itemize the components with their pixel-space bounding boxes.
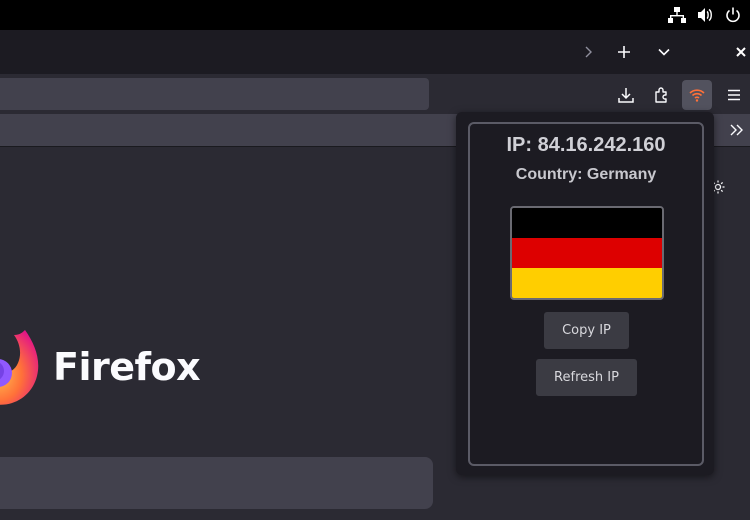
ip-extension-icon[interactable]: [682, 80, 712, 110]
country-label: Country: Germany: [515, 166, 657, 183]
ip-extension-popup: IP: 84.16.242.160 Country: Germany Copy …: [456, 112, 714, 475]
system-bar: [0, 0, 750, 30]
flag-stripe-gold: [512, 268, 662, 298]
url-bar[interactable]: [0, 78, 429, 110]
flag-stripe-red: [512, 238, 662, 268]
volume-icon[interactable]: [695, 5, 715, 25]
popup-panel: IP: 84.16.242.160 Country: Germany Copy …: [468, 122, 704, 466]
new-tab-icon[interactable]: [610, 38, 638, 66]
firefox-wordmark: Firefox: [53, 345, 201, 389]
firefox-logo-icon: [0, 325, 40, 410]
close-icon[interactable]: [727, 38, 750, 66]
network-icon[interactable]: [667, 5, 687, 25]
tab-list-icon[interactable]: [650, 38, 678, 66]
ip-address-label: IP: 84.16.242.160: [506, 134, 666, 156]
power-icon[interactable]: [723, 5, 743, 25]
refresh-ip-button[interactable]: Refresh IP: [536, 359, 637, 396]
extensions-icon[interactable]: [647, 80, 677, 110]
double-chevron-icon[interactable]: [728, 121, 746, 139]
menu-icon[interactable]: [719, 80, 749, 110]
search-input[interactable]: [0, 457, 433, 509]
download-icon[interactable]: [611, 80, 641, 110]
chevron-right-icon[interactable]: [574, 38, 602, 66]
tab-bar: [0, 30, 750, 74]
country-flag: [510, 206, 664, 300]
flag-stripe-black: [512, 208, 662, 238]
copy-ip-button[interactable]: Copy IP: [544, 312, 629, 349]
